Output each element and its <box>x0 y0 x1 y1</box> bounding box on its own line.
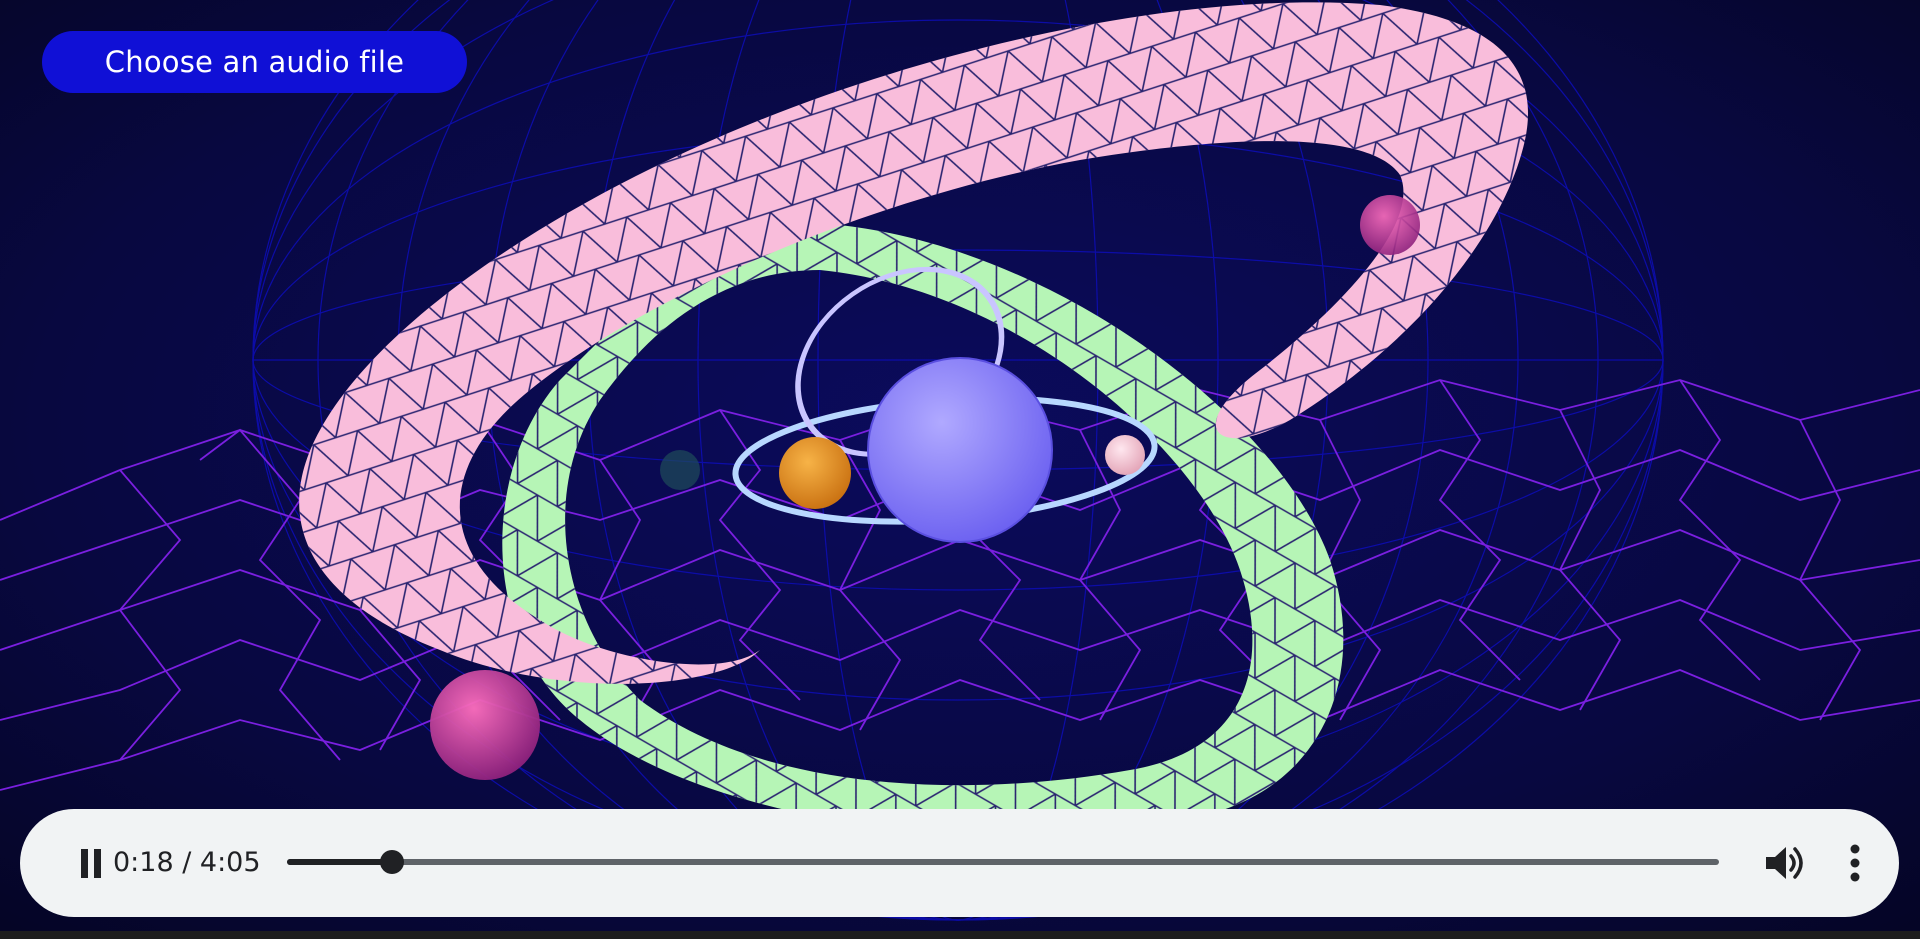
visualizer-stage: Choose an audio file 0:18 / 4:05 <box>0 0 1920 939</box>
pink-planet-right <box>1360 195 1420 255</box>
seek-thumb[interactable] <box>380 850 404 874</box>
pink-planet-large <box>430 670 540 780</box>
small-pink-planet <box>1105 435 1145 475</box>
pause-icon <box>81 848 88 878</box>
dim-teal-planet <box>660 450 700 490</box>
more-vert-icon[interactable] <box>1845 841 1865 885</box>
seek-progress <box>287 859 392 865</box>
central-sphere <box>867 357 1053 543</box>
orange-planet <box>779 437 851 509</box>
audio-visualizer-canvas <box>0 0 1920 939</box>
audio-player: 0:18 / 4:05 <box>20 809 1899 917</box>
time-display: 0:18 / 4:05 <box>113 847 261 878</box>
pause-icon-bar <box>94 848 101 878</box>
choose-audio-file-button[interactable]: Choose an audio file <box>42 31 467 93</box>
seek-slider[interactable] <box>287 850 1719 874</box>
pause-button[interactable] <box>70 845 112 881</box>
bottom-edge <box>0 931 1920 939</box>
volume-icon[interactable] <box>1764 843 1808 883</box>
